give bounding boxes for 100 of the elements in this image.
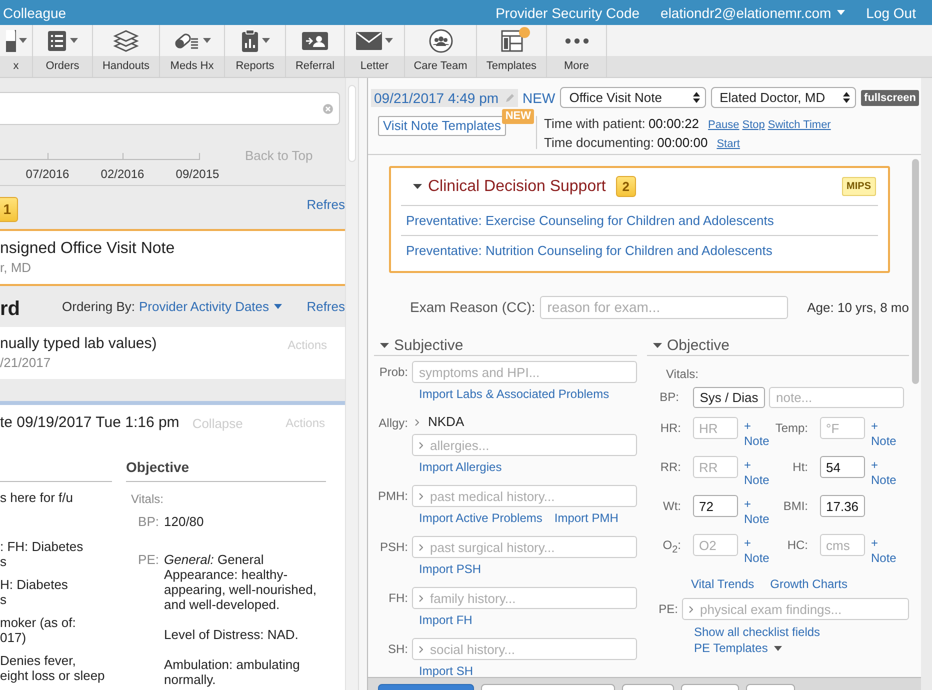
field-label: O$_{2}$: [662, 537, 682, 558]
field-label: BP: [658, 389, 680, 406]
caret-icon[interactable] [380, 343, 389, 348]
add-note-link[interactable]: + Note [744, 497, 774, 527]
timer-label: Time with patient: [544, 115, 646, 132]
caret-icon[interactable] [413, 184, 422, 189]
field-label: PSH: [378, 539, 409, 556]
field-label: SH: [386, 641, 409, 658]
toolbar-button[interactable]: More [547, 25, 607, 77]
add-note-link[interactable]: + Note [744, 458, 774, 488]
field-label: Prob: [378, 364, 409, 381]
timeline-label: 07/2016 [24, 167, 70, 181]
pill-icon [6, 30, 16, 52]
note-paragraph: s here for f/u [0, 490, 74, 505]
templates-button[interactable]: Visit Note Templates [378, 116, 506, 136]
refresh-link[interactable]: Refres [306, 299, 345, 314]
field-label: PMH: [377, 488, 409, 505]
toolbar-button[interactable]: x [0, 25, 33, 77]
add-note-link[interactable]: + Note [744, 419, 774, 449]
security-code-link[interactable]: Provider Security Code [496, 4, 640, 20]
timer-link[interactable]: Pause [708, 117, 740, 134]
ordering-dropdown[interactable]: Provider Activity Dates [138, 299, 282, 314]
field-label: PE: [658, 601, 679, 618]
chevron-icon [415, 418, 419, 426]
field-label: Allgy: [378, 415, 409, 432]
toolbar-button[interactable]: Handouts [93, 25, 160, 77]
section-heading: Objective [667, 337, 730, 354]
import-link[interactable]: Import PSH [419, 562, 482, 577]
account-menu[interactable]: elationdr2@elationemr.com [660, 4, 846, 20]
add-note-link[interactable]: + Note [871, 419, 901, 449]
add-note-link[interactable]: + Note [744, 536, 774, 566]
add-note-link[interactable]: + Note [871, 536, 901, 566]
chevron-icon [419, 442, 423, 448]
logout-link[interactable]: Log Out [866, 4, 916, 20]
refresh-link[interactable]: Refres [306, 197, 345, 212]
updown-icon [843, 92, 850, 103]
toolbar-button[interactable]: Orders [33, 25, 93, 77]
toolbar-button[interactable]: Care Team [405, 25, 477, 77]
section-title: rd [0, 298, 21, 321]
more-icon [564, 38, 588, 44]
layout-icon [500, 30, 522, 52]
field-label: Ht: [792, 459, 809, 476]
field-label: Exam Reason (CC): [410, 299, 536, 315]
recommendation-link[interactable]: Preventative: Exercise Counseling for Children and Adolescents [406, 213, 774, 228]
timer-link[interactable]: Switch Timer [768, 117, 831, 134]
vital-field[interactable]: 72 [693, 495, 738, 517]
layers-icon [113, 28, 139, 52]
new-badge: NEW [502, 109, 534, 124]
unsigned-note-card[interactable]: nsigned Office Visit Note r, MD [0, 229, 345, 286]
select-dropdown[interactable]: Elated Doctor, MD [710, 87, 856, 108]
chart-link[interactable]: Vital Trends [691, 577, 754, 592]
mips-tag: MIPS [842, 177, 876, 196]
timeline-label: 09/2015 [174, 167, 220, 181]
toolbar-button[interactable]: Templates [477, 25, 547, 77]
vital-field[interactable]: 54 [820, 456, 865, 478]
caret-icon[interactable] [653, 343, 662, 348]
scrollbar-thumb[interactable] [348, 85, 356, 162]
toolbar-button[interactable]: Meds Hx [160, 25, 225, 77]
recommendation-link[interactable]: Preventative: Nutrition Counseling for Children and Adolescents [406, 243, 772, 258]
chevron-icon [419, 594, 423, 602]
vital-field[interactable]: 17.36 [820, 495, 865, 517]
chevron-icon [419, 646, 423, 652]
fullscreen-button[interactable]: fullscreen [861, 90, 919, 106]
import-link[interactable]: Import PMH [554, 511, 618, 526]
toolbar-button[interactable]: Referral [286, 25, 345, 77]
exam-link[interactable]: Show all checklist fields [694, 624, 820, 640]
chevron-icon [419, 492, 423, 500]
timer-link[interactable]: Stop [742, 117, 765, 134]
timer-value: 00:00:22 [648, 115, 700, 132]
import-link[interactable]: Import FH [419, 613, 472, 628]
field-value: General: General Appearance: healthy-appearing, well-nourished, and well-developed. [164, 552, 318, 612]
note-paragraph: : FH: Diabetes s [0, 539, 84, 569]
toolbar-button[interactable]: Letter [345, 25, 405, 77]
entry-title: nually typed lab values) [0, 334, 157, 354]
ordering-label: Ordering By: [62, 299, 135, 314]
note-author: r, MD [0, 259, 32, 277]
date-field[interactable]: 09/21/2017 4:49 pm [371, 88, 518, 106]
field-label: HR: [659, 420, 682, 437]
add-note-link[interactable]: + Note [871, 458, 901, 488]
exam-link[interactable]: PE Templates [694, 640, 782, 656]
blood-pressure-field[interactable]: Sys / Dias [693, 386, 765, 408]
toolbar-button[interactable]: Reports [225, 25, 286, 77]
pills-icon [174, 30, 200, 50]
field-value: Level of Distress: NAD. [164, 627, 300, 642]
import-link[interactable]: Import Allergies [419, 460, 502, 475]
visit-title: te 09/19/2017 Tue 1:16 pm [0, 413, 180, 433]
timer-link[interactable]: Start [716, 136, 740, 153]
select-dropdown[interactable]: Office Visit Note [560, 87, 706, 108]
search-field[interactable] [0, 92, 340, 125]
import-link[interactable]: Import Labs & Associated Problems [419, 387, 610, 402]
age-text: Age: 10 yrs, 8 mo [807, 300, 909, 314]
chevron-icon [689, 606, 693, 612]
note-paragraph: moker (as of: 017) [0, 615, 77, 645]
clear-icon[interactable] [323, 104, 333, 114]
caret-icon [837, 10, 846, 15]
chart-link[interactable]: Growth Charts [770, 577, 848, 592]
import-link[interactable]: Import Active Problems [419, 511, 542, 526]
field-value: Ambulation: ambulating normally. [164, 657, 301, 687]
panel-splitter[interactable] [358, 78, 367, 690]
scrollbar-thumb[interactable] [912, 159, 919, 384]
